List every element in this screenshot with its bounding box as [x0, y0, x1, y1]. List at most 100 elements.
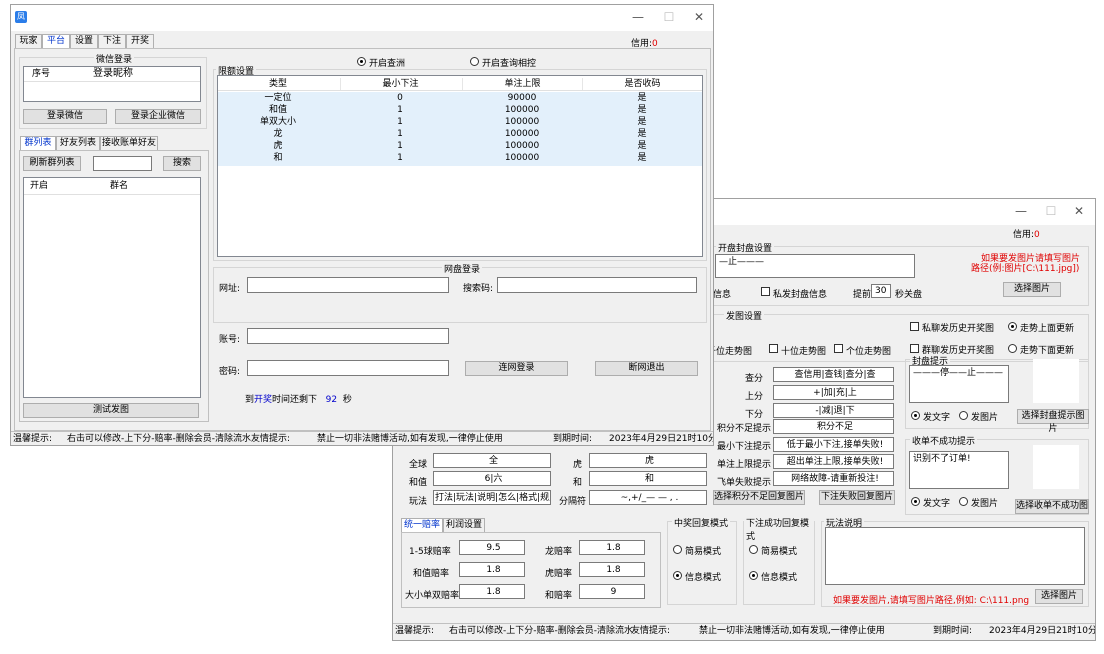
open-query-radio[interactable] [470, 57, 479, 66]
select-seal-image-button[interactable]: 选择封盘提示图片 [1017, 409, 1089, 434]
cmd-input-2[interactable]: -|减|退|下 [773, 403, 894, 418]
odds-input-2[interactable]: 1.8 [459, 584, 525, 599]
fail-send-text-radio[interactable] [911, 497, 920, 506]
search-code-input[interactable] [497, 277, 697, 293]
tab-draw[interactable]: 开奖 [126, 34, 154, 48]
cmd-input-1[interactable]: +|加|充|上 [773, 385, 894, 400]
tip-text: 右击可以修改-上下分-赔率-删除会员-清除流水 [67, 434, 251, 444]
seal-send-image-radio[interactable] [959, 411, 968, 420]
wechat-account-list[interactable]: 序号 登录昵称 [23, 66, 201, 102]
tab-profit-settings[interactable]: 利润设置 [443, 518, 485, 532]
bet-info-radio[interactable] [749, 571, 758, 580]
odds-input-1[interactable]: 1.8 [459, 562, 525, 577]
send-image-title: 发图设置 [724, 309, 765, 322]
disconnect-button[interactable]: 断网退出 [595, 361, 698, 376]
tab-platform[interactable]: 平台 [42, 34, 70, 49]
alias-input2-0[interactable]: 虎 [589, 453, 707, 468]
win-info-radio[interactable] [673, 571, 682, 580]
win-simple-radio[interactable] [673, 545, 682, 554]
seal-prompt-text[interactable]: ———停——止——— [909, 365, 1009, 403]
seal-image-preview [1033, 359, 1079, 403]
odds-input2-0[interactable]: 1.8 [579, 540, 645, 555]
password-label: 密码: [219, 367, 241, 377]
tip-label-2: 温馨提示: [395, 626, 435, 636]
bet-reply-title: 下注成功回复模式 [744, 516, 814, 542]
tab-settings[interactable]: 设置 [70, 34, 98, 48]
alias-input-0[interactable]: 全 [433, 453, 551, 468]
minimize-button[interactable]: — [628, 10, 648, 26]
row-2-type: 单双大小 [259, 117, 296, 127]
url-input[interactable] [247, 277, 449, 293]
login-enterprise-wechat-button[interactable]: 登录企业微信 [115, 109, 201, 124]
credit-label-2: 信用:0 [1013, 230, 1040, 240]
maximize-button[interactable]: ☐ [659, 10, 679, 26]
win-simple-label: 简易模式 [685, 547, 722, 557]
trend-ones-checkbox[interactable] [834, 344, 843, 353]
group-search-input[interactable] [93, 156, 152, 171]
password-input[interactable] [247, 360, 449, 376]
fail-prompt-text[interactable]: 识别不了订单! [909, 451, 1009, 489]
select-insufficient-image-button[interactable]: 选择积分不足回复图片 [713, 490, 805, 505]
main-tabs: 玩家 平台 设置 下注 开奖 [15, 34, 215, 49]
odds-input2-1[interactable]: 1.8 [579, 562, 645, 577]
trend-down-radio[interactable] [1008, 344, 1017, 353]
odds-input2-2[interactable]: 9 [579, 584, 645, 599]
fail-send-image-radio[interactable] [959, 497, 968, 506]
maximize-button-2[interactable]: ☐ [1041, 204, 1061, 220]
trend-tens-checkbox[interactable] [769, 344, 778, 353]
bet-fail-image-button[interactable]: 下注失败回复图片 [819, 490, 895, 505]
account-input[interactable] [247, 328, 449, 344]
group-list[interactable]: 开启 群名 [23, 177, 201, 398]
odds-label-2: 大小单双赔率 [405, 591, 460, 601]
close-button[interactable]: ✕ [689, 10, 709, 26]
alias-input2-2[interactable]: ~,+/_— — , . [589, 490, 707, 505]
group-history-checkbox[interactable] [910, 344, 919, 353]
row-4-accept: 是 [637, 141, 647, 151]
app-icon: 凤 [15, 11, 27, 23]
col-nickname: 登录昵称 [93, 68, 133, 79]
bet-simple-radio[interactable] [749, 545, 758, 554]
odds-input-0[interactable]: 9.5 [459, 540, 525, 555]
header-accept: 是否收码 [582, 78, 702, 90]
open-seal-title: 开盘封盘设置 [716, 241, 775, 254]
limits-table[interactable]: 类型 最小下注 单注上限 是否收码 一定位 0 90000 是 和值 1 100… [217, 75, 703, 257]
tab-bill-friends[interactable]: 接收账单好友 [100, 136, 158, 150]
rules-text[interactable] [825, 527, 1085, 585]
tab-group-list[interactable]: 群列表 [20, 136, 56, 151]
group-search-button[interactable]: 搜索 [163, 156, 201, 171]
trend-up-radio[interactable] [1008, 322, 1017, 331]
private-history-checkbox[interactable] [910, 322, 919, 331]
cmd-input-0[interactable]: 查信用|查钱|查分|查 [773, 367, 894, 382]
select-image-button-2[interactable]: 选择图片 [1035, 589, 1083, 604]
alias-input2-1[interactable]: 和 [589, 471, 707, 486]
open-lookup-radio[interactable] [357, 57, 366, 66]
cmd-input-6[interactable]: 网络故障-请重新投注! [773, 471, 894, 486]
cmd-input-4[interactable]: 低于最小下注,接单失败! [773, 437, 894, 452]
col-group-name: 群名 [109, 181, 128, 191]
tab-bets[interactable]: 下注 [98, 34, 126, 48]
cmd-input-5[interactable]: 超出单注上限,接单失败! [773, 454, 894, 469]
connect-login-button[interactable]: 连网登录 [465, 361, 568, 376]
netdisk-login-group: 网盘登录 [213, 262, 707, 323]
close-button-2[interactable]: ✕ [1069, 204, 1089, 220]
refresh-group-list-button[interactable]: 刷新群列表 [23, 156, 81, 171]
tab-unified-odds[interactable]: 统一赔率 [401, 518, 443, 533]
tab-players[interactable]: 玩家 [15, 34, 42, 48]
list-header-line [24, 81, 200, 82]
seal-send-text-radio[interactable] [911, 411, 920, 420]
private-seal-checkbox[interactable] [761, 287, 770, 296]
seal-message-input[interactable]: —止——— [715, 254, 915, 278]
alias-input-2[interactable]: 打法|玩法|说明|怎么|格式|规则 [433, 490, 551, 505]
minimize-button-2[interactable]: — [1011, 204, 1031, 220]
ahead-seconds-input[interactable]: 30 [871, 284, 891, 298]
alias-label-2: 玩法 [409, 497, 428, 507]
login-wechat-button[interactable]: 登录微信 [23, 109, 107, 124]
select-fail-image-button[interactable]: 选择收单不成功图 [1015, 499, 1089, 514]
cmd-input-3[interactable]: 积分不足 [773, 419, 894, 434]
select-image-button-1[interactable]: 选择图片 [1003, 282, 1061, 297]
alias-input-1[interactable]: 6|六 [433, 471, 551, 486]
tab-friend-list[interactable]: 好友列表 [56, 136, 100, 150]
test-send-image-button[interactable]: 测试发图 [23, 403, 199, 418]
alias-label2-2: 分隔符 [559, 497, 587, 507]
row-0-accept: 是 [637, 93, 647, 103]
